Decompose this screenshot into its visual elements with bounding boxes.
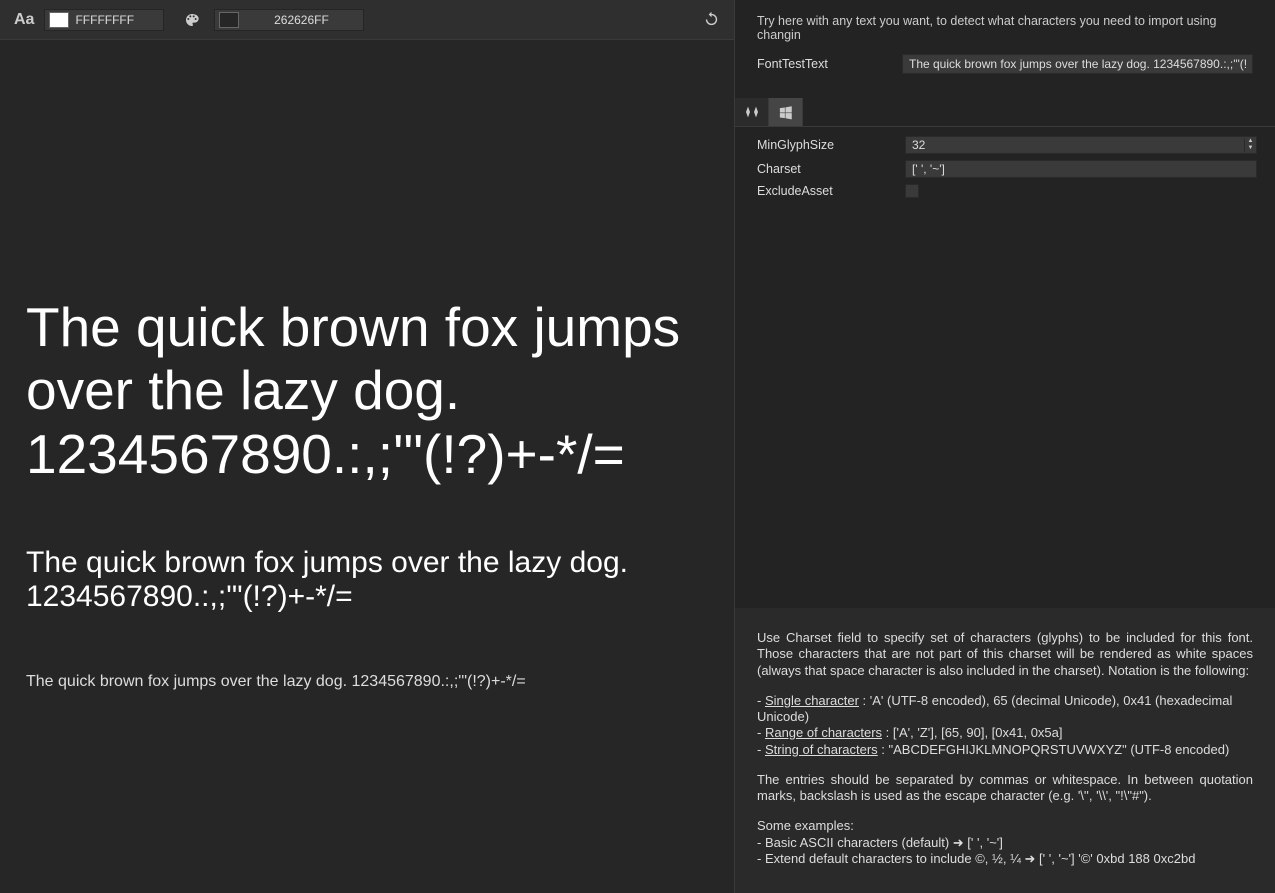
foreground-hex-input[interactable] (73, 11, 163, 29)
exclude-asset-checkbox[interactable] (905, 184, 919, 198)
properties-panel: Try here with any text you want, to dete… (735, 0, 1275, 893)
min-glyph-input[interactable] (906, 136, 1244, 154)
preview-text-small: The quick brown fox jumps over the lazy … (26, 673, 708, 691)
font-test-input[interactable] (902, 54, 1253, 74)
background-color-field[interactable] (214, 9, 364, 31)
text-color-icon: Aa (14, 11, 34, 29)
background-swatch[interactable] (219, 12, 239, 28)
help-p1: Use Charset field to specify set of char… (757, 630, 1253, 679)
platform-properties: MinGlyphSize ▲▼ Charset ExcludeAsset (735, 127, 1275, 608)
charset-help-text: Use Charset field to specify set of char… (735, 608, 1275, 893)
exclude-asset-label: ExcludeAsset (757, 184, 895, 198)
font-preview-area: The quick brown fox jumps over the lazy … (0, 40, 734, 893)
min-glyph-row: MinGlyphSize ▲▼ (735, 133, 1275, 157)
charset-input[interactable] (905, 160, 1257, 178)
charset-row: Charset (735, 157, 1275, 181)
background-hex-input[interactable] (243, 11, 363, 29)
help-notation-list: - Single character : 'A' (UTF-8 encoded)… (757, 693, 1253, 758)
platform-tabs (735, 98, 1275, 127)
preview-toolbar: Aa (0, 0, 734, 40)
foreground-swatch[interactable] (49, 12, 69, 28)
exclude-asset-row: ExcludeAsset (735, 181, 1275, 201)
help-hint: Try here with any text you want, to dete… (735, 0, 1275, 50)
min-glyph-stepper[interactable]: ▲▼ (1244, 138, 1256, 152)
help-examples: Some examples: - Basic ASCII characters … (757, 818, 1253, 867)
preview-panel: Aa The quick brown fox jumps over the la… (0, 0, 735, 893)
charset-label: Charset (757, 162, 895, 176)
font-test-label: FontTestText (757, 57, 892, 71)
min-glyph-label: MinGlyphSize (757, 138, 895, 152)
tab-windows[interactable] (769, 98, 803, 126)
min-glyph-input-wrap[interactable]: ▲▼ (905, 136, 1257, 154)
tab-generic[interactable] (735, 98, 769, 126)
preview-text-medium: The quick brown fox jumps over the lazy … (26, 546, 708, 615)
help-p3: The entries should be separated by comma… (757, 772, 1253, 805)
font-test-row: FontTestText (735, 50, 1275, 78)
palette-icon (184, 12, 200, 28)
preview-text-large: The quick brown fox jumps over the lazy … (26, 296, 708, 486)
foreground-color-field[interactable] (44, 9, 164, 31)
refresh-button[interactable] (703, 11, 720, 28)
